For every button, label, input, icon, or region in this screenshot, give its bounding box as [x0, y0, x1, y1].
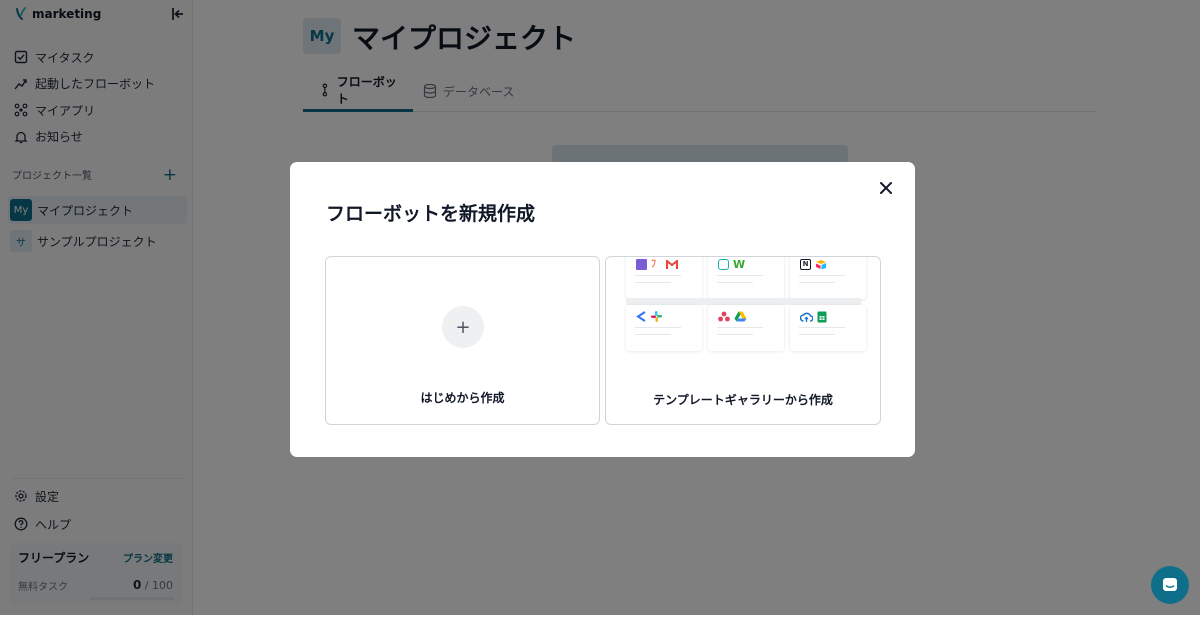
modal-title: フローボットを新規作成	[326, 203, 536, 225]
chat-icon	[1163, 578, 1177, 591]
create-flowbot-modal: フローボットを新規作成 + はじめから作成 ﾌ W N テンプレートギャラリーか…	[290, 162, 915, 457]
close-icon[interactable]	[878, 180, 894, 196]
template-divider	[626, 298, 861, 305]
lark-app-icon	[636, 311, 646, 322]
cloud-upload-app-icon	[800, 312, 813, 322]
gmail-app-icon	[666, 259, 678, 269]
google-sheets-app-icon	[817, 311, 827, 323]
create-from-template-card[interactable]: ﾌ W N テンプレートギャラリーから作成	[605, 256, 881, 425]
card-label: テンプレートギャラリーから作成	[653, 393, 833, 407]
card-label: はじめから作成	[420, 391, 505, 405]
create-from-scratch-card[interactable]: + はじめから作成	[325, 256, 600, 425]
form-builder-app-icon	[718, 259, 729, 270]
template-preview-fade	[606, 337, 880, 377]
notion-app-icon: N	[800, 259, 811, 270]
template-tile: N	[790, 257, 866, 299]
asana-app-icon	[718, 311, 730, 322]
chat-support-button[interactable]	[1151, 566, 1189, 604]
airtable-app-icon	[816, 260, 826, 270]
plus-icon: +	[442, 306, 484, 348]
template-tile: ﾌ	[626, 257, 702, 299]
app-window: marketing マイタスク 起動したフローボット マイアプリ お知らせ	[0, 0, 1200, 615]
hubspot-app-icon: ﾌ	[651, 259, 656, 270]
forms-app-icon	[636, 259, 647, 270]
slack-app-icon	[651, 311, 662, 322]
google-drive-app-icon	[734, 311, 747, 322]
w-app-icon: W	[733, 258, 746, 271]
template-tile: W	[708, 257, 784, 299]
